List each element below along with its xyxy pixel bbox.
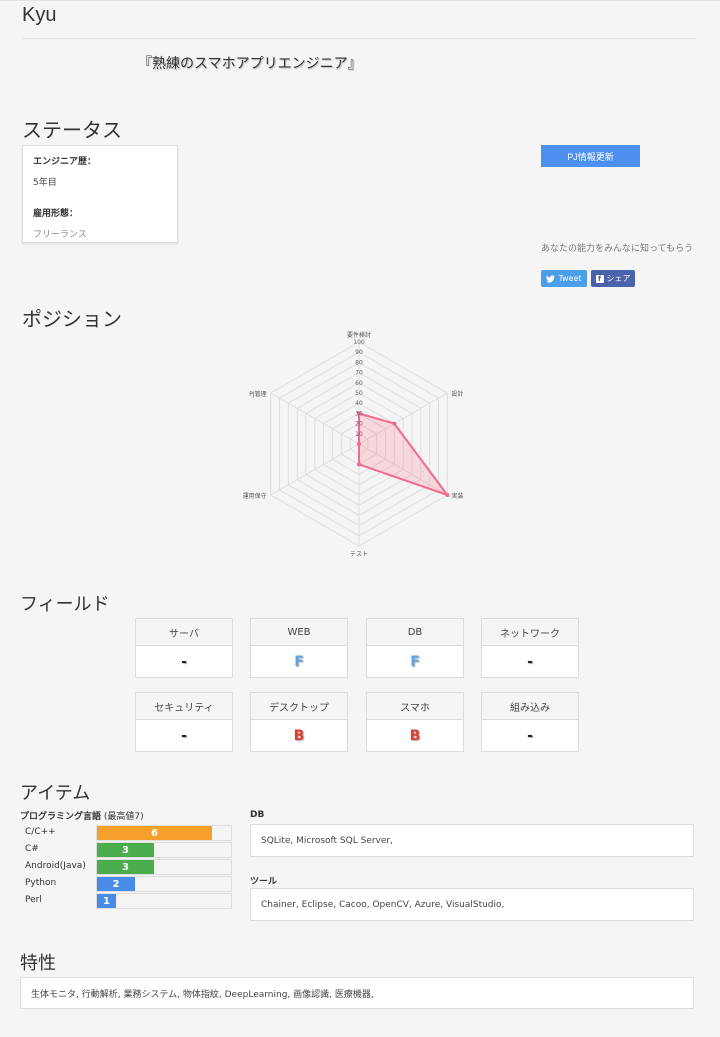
field-name: セキュリティ: [136, 693, 232, 720]
experience-value: 5年目: [33, 178, 57, 188]
tweet-button[interactable]: Tweet: [541, 270, 587, 287]
language-level-bar: 1: [96, 893, 232, 909]
field-card: DB F: [366, 618, 464, 678]
radar-axis-label: 運用保守: [243, 492, 267, 500]
radar-data-point: [357, 462, 361, 467]
language-level-bar: 2: [96, 876, 232, 892]
language-row: C# 3: [20, 842, 232, 859]
field-card: ネットワーク -: [481, 618, 579, 678]
name-divider: [22, 38, 696, 39]
position-radar-chart: 10 20 30 40 50 60 70 80 90 100要件検討設計実装テスト 運用保守 PJ管理: [243, 331, 464, 558]
language-title: プログラミング言語: [20, 812, 102, 822]
radar-tick-label: 70: [355, 370, 363, 377]
field-grade: B: [293, 728, 305, 744]
language-max-note: (最高値7): [103, 812, 144, 822]
language-level-fill: 3: [97, 860, 154, 874]
language-name: Android(Java): [25, 861, 86, 871]
language-section-title: プログラミング言語 (最高値7): [20, 809, 144, 822]
status-card: エンジニア歴： 5年目 雇用形態： フリーランス: [22, 145, 178, 243]
position-heading: ポジション: [22, 307, 122, 331]
field-name: スマホ: [367, 693, 463, 720]
language-name: C/C++: [25, 827, 56, 837]
radar-axis-label: 要件検討: [347, 331, 371, 339]
radar-tick-label: 80: [355, 359, 363, 366]
field-grade: -: [181, 728, 187, 744]
status-heading: ステータス: [22, 118, 122, 142]
language-row: Android(Java) 3: [20, 859, 232, 876]
language-name: Perl: [25, 895, 42, 905]
language-row: Perl 1: [20, 893, 232, 910]
radar-data-point: [357, 442, 361, 446]
db-value-box: SQLite, Microsoft SQL Server,: [250, 824, 694, 857]
field-card: スマホ B: [366, 692, 464, 752]
radar-axis-label: テスト: [350, 551, 368, 558]
user-name: Kyu: [22, 4, 57, 26]
radar-tick-label: 30: [355, 410, 363, 417]
radar-tick-label: 20: [355, 421, 363, 428]
twitter-bird-icon: [546, 274, 556, 283]
language-level-bar: 6: [96, 825, 232, 841]
top-divider: [0, 0, 720, 1]
radar-axis-label: 設計: [451, 390, 463, 398]
employment-label: 雇用形態：: [33, 209, 79, 219]
employment-value: フリーランス: [33, 230, 87, 240]
language-level-fill: 2: [97, 877, 135, 891]
radar-tick-label: 10: [355, 431, 363, 438]
radar-tick-label: 60: [355, 380, 363, 387]
radar-data-point: [392, 421, 397, 426]
experience-label: エンジニア歴：: [33, 157, 97, 167]
field-card: 組み込み -: [481, 692, 579, 752]
user-tagline: 『熟練のスマホアプリエンジニア』: [138, 56, 362, 72]
language-row: C/C++ 6: [20, 825, 232, 842]
radar-tick-label: 50: [355, 390, 363, 397]
radar-data-point: [445, 493, 450, 497]
tweet-label: Tweet: [558, 274, 582, 283]
field-name: ネットワーク: [482, 619, 578, 646]
radar-tick-label: 90: [355, 349, 363, 356]
language-name: Python: [25, 878, 57, 888]
traits-value-box: 生体モニタ, 行動解析, 業務システム, 物体指紋, DeepLearning,…: [20, 977, 694, 1009]
field-name: DB: [367, 619, 463, 646]
field-grade: B: [409, 728, 421, 744]
field-grade: -: [527, 728, 533, 744]
field-card: WEB F: [250, 618, 348, 678]
field-grade: -: [527, 654, 533, 670]
field-name: サーバ: [136, 619, 232, 646]
facebook-share-button[interactable]: f シェア: [591, 270, 635, 287]
language-level-bar: 3: [96, 859, 232, 875]
field-grade: F: [410, 654, 420, 670]
radar-tick-label: 40: [355, 400, 363, 407]
db-label: DB: [250, 810, 265, 820]
radar-tick-label: 100: [353, 339, 365, 346]
language-row: Python 2: [20, 876, 232, 893]
field-heading: フィールド: [20, 594, 110, 615]
traits-heading: 特性: [20, 953, 56, 974]
language-level-fill: 6: [97, 826, 212, 840]
share-prompt: あなたの能力をみんなに知ってもらう: [541, 244, 694, 254]
tool-label: ツール: [250, 877, 278, 887]
language-name: C#: [25, 844, 39, 854]
field-card: デスクトップ B: [250, 692, 348, 752]
field-grade: -: [181, 654, 187, 670]
field-card: サーバ -: [135, 618, 233, 678]
field-name: 組み込み: [482, 693, 578, 720]
radar-axis-label: 実装: [451, 492, 463, 500]
field-name: デスクトップ: [251, 693, 347, 720]
items-heading: アイテム: [20, 783, 91, 804]
language-level-fill: 3: [97, 843, 154, 857]
facebook-icon: f: [595, 274, 604, 283]
field-grade: F: [294, 654, 304, 670]
language-level-bar: 3: [96, 842, 232, 858]
facebook-share-label: シェア: [606, 274, 631, 283]
update-project-button[interactable]: PJ情報更新: [541, 145, 640, 167]
language-level-fill: 1: [97, 894, 116, 908]
radar-axis-label: PJ管理: [249, 390, 266, 398]
field-name: WEB: [251, 619, 347, 646]
field-card: セキュリティ -: [135, 692, 233, 752]
tool-value-box: Chainer, Eclipse, Cacoo, OpenCV, Azure, …: [250, 888, 694, 921]
